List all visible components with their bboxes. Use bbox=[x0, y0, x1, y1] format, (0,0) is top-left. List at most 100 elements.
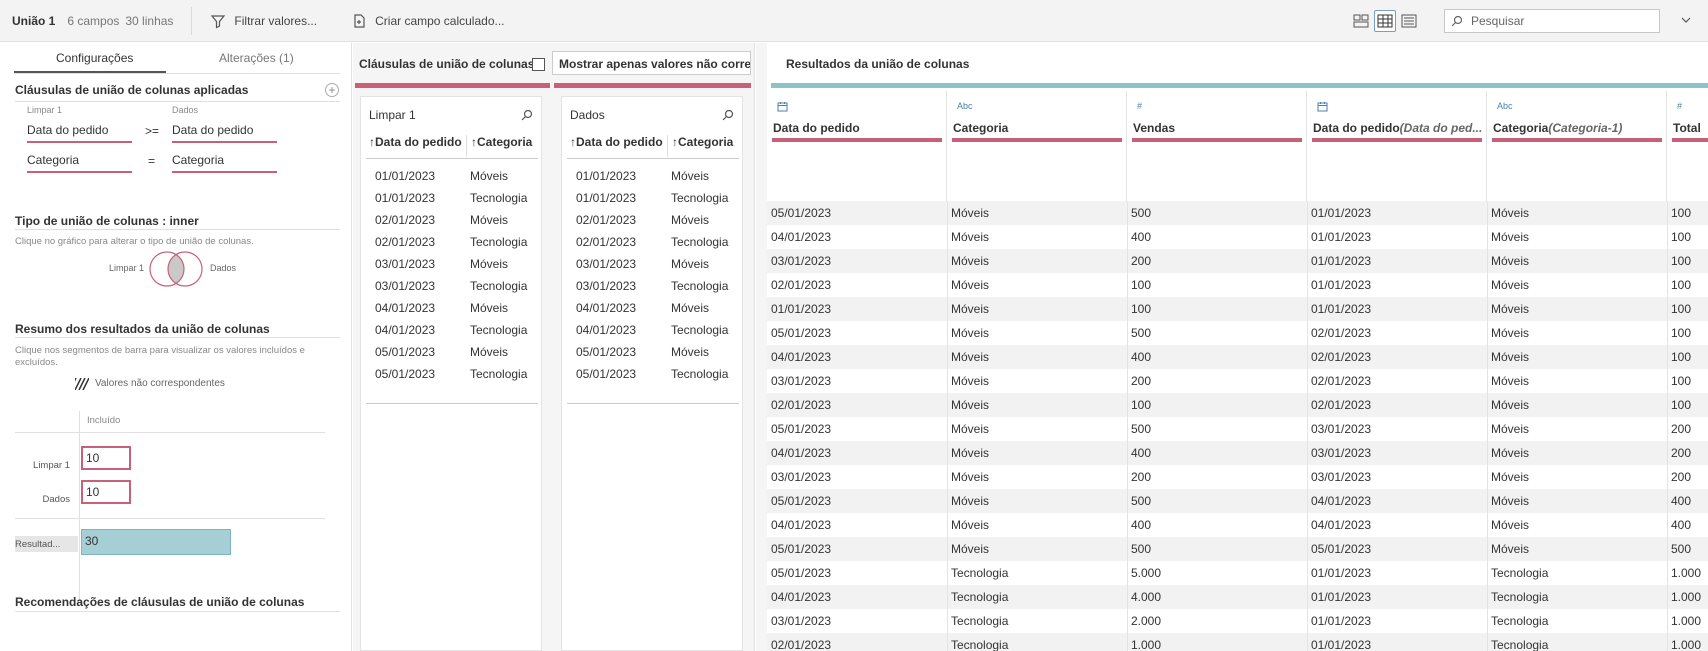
table-cell: 4.000 bbox=[1131, 590, 1162, 604]
source-header-date[interactable]: ↑Data do pedido bbox=[369, 135, 463, 157]
table-row[interactable]: 02/01/2023 Móveis 100 02/01/2023 Móveis 100 bbox=[767, 393, 1708, 417]
view-list-button[interactable] bbox=[1350, 10, 1372, 32]
table-cell: 100 bbox=[1671, 302, 1692, 316]
table-cell: Móveis bbox=[951, 230, 990, 244]
table-row[interactable]: 03/01/2023 Móveis 200 03/01/2023 Móveis 200 bbox=[767, 465, 1708, 489]
results-column-header[interactable]: # Total bbox=[1667, 91, 1708, 201]
source-name: Limpar 1 bbox=[369, 108, 416, 122]
table-row[interactable]: 05/01/2023 Móveis 500 01/01/2023 Móveis 100 bbox=[767, 201, 1708, 225]
tab-alteracoes[interactable]: Alterações (1) bbox=[219, 51, 294, 65]
summary-bar-limpar[interactable]: 10 bbox=[81, 446, 131, 470]
table-cell: 100 bbox=[1131, 278, 1152, 292]
clause-2-right-field[interactable]: Categoria bbox=[172, 153, 277, 173]
source-header-category[interactable]: ↑Categoria bbox=[471, 135, 541, 157]
clause-2-left-field[interactable]: Categoria bbox=[27, 153, 132, 173]
table-cell: 01/01/2023 bbox=[1311, 566, 1372, 580]
table-row[interactable]: 03/01/2023 Móveis 200 01/01/2023 Móveis 100 bbox=[767, 249, 1708, 273]
table-row[interactable]: 04/01/2023 Móveis 400 01/01/2023 Móveis 100 bbox=[767, 225, 1708, 249]
table-cell: 1.000 bbox=[1671, 614, 1702, 628]
table-row[interactable]: 05/01/2023 Móveis 500 03/01/2023 Móveis 200 bbox=[767, 417, 1708, 441]
table-cell: 03/01/2023 bbox=[771, 470, 832, 484]
table-cell: Móveis bbox=[1491, 518, 1530, 532]
results-column-header[interactable]: Abc Categoria bbox=[947, 91, 1127, 201]
search-input[interactable]: Pesquisar bbox=[1444, 9, 1660, 33]
add-clause-button[interactable]: + bbox=[325, 83, 339, 97]
results-column-header[interactable]: Abc Categoria(Categoria-1) bbox=[1487, 91, 1667, 201]
table-cell: 01/01/2023 bbox=[1311, 590, 1372, 604]
table-cell: Móveis bbox=[951, 470, 990, 484]
column-name-text: Data do pedido bbox=[1313, 121, 1400, 135]
source-cell-category: Móveis bbox=[671, 213, 710, 227]
table-cell: 03/01/2023 bbox=[1311, 446, 1372, 460]
source-cell-category: Tecnologia bbox=[671, 191, 729, 205]
table-row[interactable]: 03/01/2023 Tecnologia 2.000 01/01/2023 Tecno… bbox=[767, 609, 1708, 633]
table-row[interactable]: 04/01/2023 Móveis 400 04/01/2023 Móveis 400 bbox=[767, 513, 1708, 537]
source-header-date[interactable]: ↑Data do pedido bbox=[570, 135, 664, 157]
summary-bar-result[interactable]: 30 bbox=[81, 529, 231, 555]
table-cell: 02/01/2023 bbox=[771, 278, 832, 292]
table-row[interactable]: 04/01/2023 Tecnologia 4.000 01/01/2023 Tecno… bbox=[767, 585, 1708, 609]
source-cell-category: Tecnologia bbox=[470, 323, 528, 337]
table-cell: Móveis bbox=[1491, 446, 1530, 460]
source-cell-category: Móveis bbox=[470, 169, 509, 183]
table-row[interactable]: 04/01/2023 Móveis 400 03/01/2023 Móveis 200 bbox=[767, 441, 1708, 465]
table-cell: Móveis bbox=[1491, 206, 1530, 220]
show-unmatched-checkbox[interactable] bbox=[532, 58, 545, 71]
table-cell: 04/01/2023 bbox=[771, 350, 832, 364]
tab-configuracoes[interactable]: Configurações bbox=[56, 51, 133, 65]
source-cell-date: 01/01/2023 bbox=[576, 169, 637, 183]
clause-1-operator[interactable]: >= bbox=[145, 124, 159, 138]
table-cell: Móveis bbox=[951, 494, 990, 508]
table-cell: 05/01/2023 bbox=[771, 566, 832, 580]
table-row[interactable]: 05/01/2023 Móveis 500 02/01/2023 Móveis 100 bbox=[767, 321, 1708, 345]
source-cell-date: 04/01/2023 bbox=[576, 323, 637, 337]
table-cell: Tecnologia bbox=[951, 614, 1009, 628]
table-cell: 100 bbox=[1671, 350, 1692, 364]
column-divider bbox=[1487, 201, 1488, 651]
settings-tabs: Configurações Alterações (1) bbox=[0, 43, 352, 74]
table-row[interactable]: 03/01/2023 Móveis 200 02/01/2023 Móveis 100 bbox=[767, 369, 1708, 393]
view-detail-button[interactable] bbox=[1398, 10, 1420, 32]
results-column-header[interactable]: # Vendas bbox=[1127, 91, 1307, 201]
table-cell: 02/01/2023 bbox=[771, 398, 832, 412]
table-cell: 02/01/2023 bbox=[1311, 350, 1372, 364]
results-column-header[interactable]: Data do pedido bbox=[767, 91, 947, 201]
filter-values-button[interactable]: Filtrar valores... bbox=[210, 13, 317, 29]
search-icon[interactable] bbox=[521, 109, 533, 121]
source-cell-category: Móveis bbox=[671, 169, 710, 183]
join-type-venn-diagram[interactable] bbox=[148, 250, 204, 288]
venn-left-label: Limpar 1 bbox=[109, 263, 145, 273]
table-cell: 200 bbox=[1131, 374, 1152, 388]
table-row[interactable]: 05/01/2023 Tecnologia 5.000 01/01/2023 Tecno… bbox=[767, 561, 1708, 585]
clause-1-left-field[interactable]: Data do pedido bbox=[27, 123, 132, 143]
table-cell: Móveis bbox=[1491, 350, 1530, 364]
table-row[interactable]: 02/01/2023 Móveis 100 01/01/2023 Móveis 100 bbox=[767, 273, 1708, 297]
table-row[interactable]: 05/01/2023 Móveis 500 05/01/2023 Móveis 500 bbox=[767, 537, 1708, 561]
table-cell: 500 bbox=[1131, 542, 1152, 556]
table-cell: Tecnologia bbox=[1491, 590, 1549, 604]
source-cell-date: 05/01/2023 bbox=[375, 367, 436, 381]
search-icon[interactable] bbox=[722, 109, 734, 121]
table-cell: 200 bbox=[1671, 446, 1692, 460]
table-row[interactable]: 01/01/2023 Móveis 100 01/01/2023 Móveis 100 bbox=[767, 297, 1708, 321]
source-cell-date: 02/01/2023 bbox=[576, 235, 637, 249]
table-row[interactable]: 02/01/2023 Tecnologia 1.000 01/01/2023 Tecno… bbox=[767, 633, 1708, 651]
table-row[interactable]: 04/01/2023 Móveis 400 02/01/2023 Móveis 100 bbox=[767, 345, 1708, 369]
summary-bar-dados[interactable]: 10 bbox=[81, 480, 131, 504]
column-join-indicator bbox=[1672, 138, 1708, 142]
column-join-indicator bbox=[952, 138, 1122, 142]
clause-2-operator[interactable]: = bbox=[148, 154, 155, 168]
create-calculated-field-button[interactable]: Criar campo calculado... bbox=[351, 13, 505, 29]
column-alias-text: (Categoria-1) bbox=[1548, 121, 1623, 135]
clause-1-right-field[interactable]: Data do pedido bbox=[172, 123, 277, 143]
results-column-header[interactable]: Data do pedido(Data do ped... bbox=[1307, 91, 1487, 201]
table-cell: 05/01/2023 bbox=[771, 206, 832, 220]
show-unmatched-toggle[interactable]: Mostrar apenas valores não correspondent… bbox=[552, 51, 751, 75]
chevron-down-icon[interactable] bbox=[1680, 14, 1692, 26]
header-divider bbox=[667, 135, 668, 157]
recommendations-title: Recomendações de cláusulas de união de c… bbox=[15, 595, 305, 609]
table-cell: Móveis bbox=[951, 302, 990, 316]
view-grid-button[interactable] bbox=[1374, 10, 1396, 32]
source-header-category[interactable]: ↑Categoria bbox=[672, 135, 742, 157]
table-row[interactable]: 05/01/2023 Móveis 500 04/01/2023 Móveis 400 bbox=[767, 489, 1708, 513]
